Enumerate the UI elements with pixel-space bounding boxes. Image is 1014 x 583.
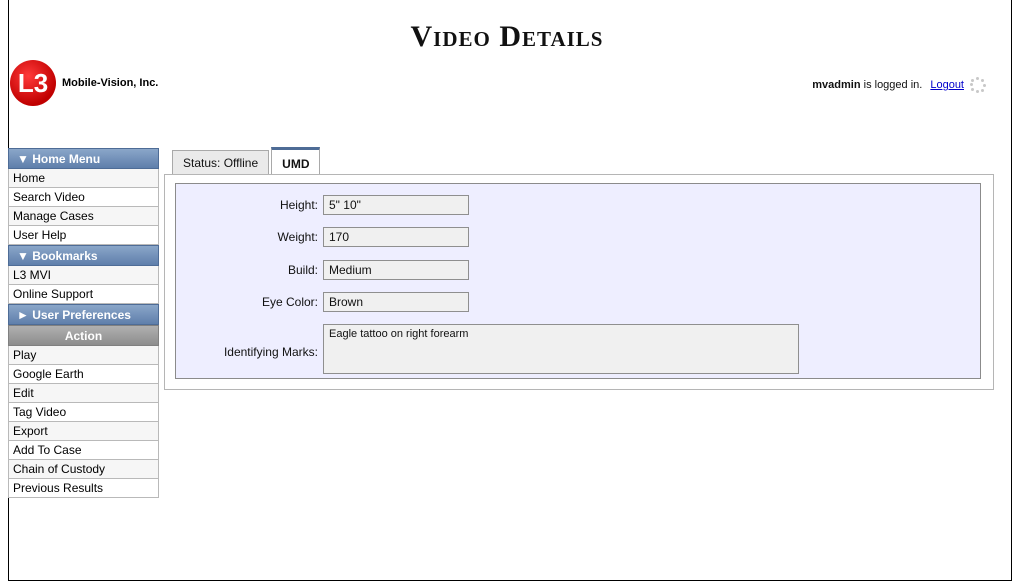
sidebar-item-search-video[interactable]: Search Video (8, 188, 159, 207)
username: mvadmin (812, 79, 861, 91)
login-status-text: is logged in. (863, 79, 923, 91)
action-previous-results[interactable]: Previous Results (8, 479, 159, 498)
height-field[interactable]: 5" 10" (323, 195, 469, 215)
height-row: Height: 5" 10" (176, 195, 469, 215)
sidebar-item-manage-cases[interactable]: Manage Cases (8, 207, 159, 226)
eye-color-field[interactable]: Brown (323, 292, 469, 312)
action-add-to-case[interactable]: Add To Case (8, 441, 159, 460)
sidebar-item-user-help[interactable]: User Help (8, 226, 159, 245)
weight-field[interactable]: 170 (323, 227, 469, 247)
bookmarks-header[interactable]: ▼ Bookmarks (8, 245, 159, 266)
login-status: mvadmin is logged in. Logout (812, 77, 986, 93)
identifying-marks-row: Identifying Marks: Eagle tattoo on right… (176, 324, 799, 374)
build-label: Build: (287, 263, 318, 277)
eye-color-row: Eye Color: Brown (176, 292, 469, 312)
weight-row: Weight: 170 (176, 227, 469, 247)
eye-color-label: Eye Color: (261, 295, 318, 309)
umd-panel: Height: 5" 10" Weight: 170 Build: Medium… (164, 174, 994, 390)
umd-form: Height: 5" 10" Weight: 170 Build: Medium… (175, 183, 981, 379)
company-logo: L3 Mobile-Vision, Inc. (10, 60, 158, 106)
action-list: Play Google Earth Edit Tag Video Export … (8, 346, 159, 498)
detail-tabs: Status: Offline UMD (172, 147, 322, 174)
logout-link[interactable]: Logout (930, 79, 964, 91)
home-menu-list: Home Search Video Manage Cases User Help (8, 169, 159, 245)
build-field[interactable]: Medium (323, 260, 469, 280)
tab-umd[interactable]: UMD (271, 147, 321, 174)
sidebar-item-home[interactable]: Home (8, 169, 159, 188)
action-edit[interactable]: Edit (8, 384, 159, 403)
l3-logo-icon: L3 (10, 60, 56, 106)
user-preferences-header[interactable]: ► User Preferences (8, 304, 159, 325)
company-name: Mobile-Vision, Inc. (62, 77, 159, 89)
action-google-earth[interactable]: Google Earth (8, 365, 159, 384)
bookmarks-list: L3 MVI Online Support (8, 266, 159, 304)
tab-status-offline[interactable]: Status: Offline (172, 150, 270, 174)
sidebar: ▼ Home Menu Home Search Video Manage Cas… (8, 148, 159, 498)
action-chain-of-custody[interactable]: Chain of Custody (8, 460, 159, 479)
sidebar-item-l3-mvi[interactable]: L3 MVI (8, 266, 159, 285)
sidebar-item-online-support[interactable]: Online Support (8, 285, 159, 304)
home-menu-header[interactable]: ▼ Home Menu (8, 148, 159, 169)
action-play[interactable]: Play (8, 346, 159, 365)
identifying-marks-label: Identifying Marks: (223, 345, 318, 359)
height-label: Height: (279, 198, 318, 212)
weight-label: Weight: (277, 230, 318, 244)
build-row: Build: Medium (176, 260, 469, 280)
loading-spinner-icon (970, 77, 986, 93)
action-header: Action (8, 325, 159, 346)
action-tag-video[interactable]: Tag Video (8, 403, 159, 422)
identifying-marks-field[interactable]: Eagle tattoo on right forearm (323, 324, 799, 374)
page-title: Video Details (410, 20, 604, 53)
action-export[interactable]: Export (8, 422, 159, 441)
